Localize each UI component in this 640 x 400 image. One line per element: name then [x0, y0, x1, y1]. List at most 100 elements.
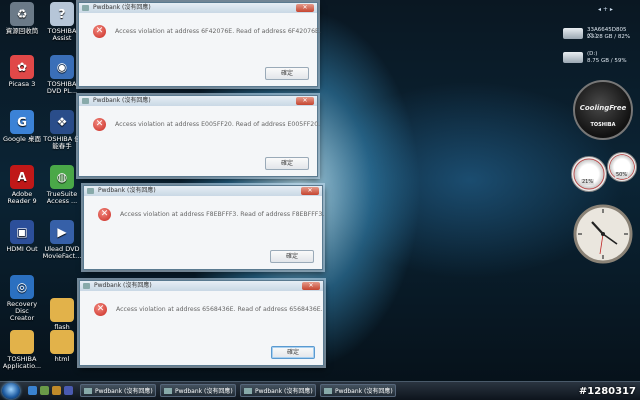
app-icon — [244, 388, 252, 394]
error-icon: ✕ — [98, 208, 111, 221]
clock-face — [573, 204, 633, 264]
app-icon: ✿ — [10, 55, 34, 79]
close-button[interactable]: ✕ — [302, 282, 320, 290]
cooling-maker: TOSHIBA — [590, 122, 616, 128]
ok-button[interactable]: 確定 — [271, 346, 315, 359]
desktop-icon-label: TOSHIBA Assist — [47, 27, 77, 42]
taskbar-button[interactable]: Pwdbank (沒有回應) — [240, 384, 316, 397]
error-dialog-4[interactable]: Pwdbank (沒有回應) ✕ ✕ Access violation at ad… — [79, 280, 324, 366]
dialog-title: Pwdbank (沒有回應) — [98, 187, 156, 194]
desktop-icon-label: TOSHIBA Applicatio... — [2, 355, 42, 370]
dialog-titlebar[interactable]: Pwdbank (沒有回應) ✕ — [79, 96, 317, 106]
desktop-icon-label: Google 桌面 — [3, 135, 41, 143]
quicklaunch-media-icon[interactable] — [64, 386, 73, 395]
close-button[interactable]: ✕ — [301, 187, 319, 195]
desktop-icon[interactable]: ♻ 資源回收筒 — [2, 2, 42, 35]
taskbar-label: Pwdbank (沒有回應) — [175, 388, 233, 395]
app-icon: ? — [50, 2, 74, 26]
ok-button[interactable]: 確定 — [265, 67, 309, 80]
dialog-title: Pwdbank (沒有回應) — [93, 4, 151, 11]
taskbar-button[interactable]: Pwdbank (沒有回應) — [320, 384, 396, 397]
close-button[interactable]: ✕ — [296, 4, 314, 12]
gadget-toolbar[interactable]: ◂ + ▸ — [598, 6, 638, 14]
error-message: Access violation at address 6568436E. Re… — [116, 306, 323, 313]
dialog-titlebar[interactable]: Pwdbank (沒有回應) ✕ — [84, 186, 322, 196]
desktop-icon-label: Ulead DVD MovieFact... — [42, 245, 82, 260]
desktop-icon[interactable]: A Adobe Reader 9 — [2, 165, 42, 205]
desktop-icon[interactable]: ▣ HDMI Out — [2, 220, 42, 253]
error-icon: ✕ — [93, 25, 106, 38]
app-icon — [82, 5, 89, 11]
app-icon — [82, 98, 89, 104]
watermark: #1280317 — [578, 386, 636, 397]
ok-button[interactable]: 確定 — [270, 250, 314, 263]
taskbar-button[interactable]: Pwdbank (沒有回應) — [160, 384, 236, 397]
cooling-gadget[interactable]: CoolingFree TOSHIBA — [573, 80, 633, 140]
app-icon: ◉ — [50, 55, 74, 79]
desktop-icon-label: HDMI Out — [6, 245, 38, 253]
dialog-title: Pwdbank (沒有回應) — [94, 282, 152, 289]
close-button[interactable]: ✕ — [296, 97, 314, 105]
app-icon: ❖ — [50, 110, 74, 134]
app-icon: ♻ — [10, 2, 34, 26]
error-dialog-2[interactable]: Pwdbank (沒有回應) ✕ ✕ Access violation at ad… — [78, 95, 320, 177]
desktop-icon[interactable]: TOSHIBA Applicatio... — [2, 330, 42, 370]
error-message: Access violation at address 6F42076E. Re… — [115, 28, 321, 35]
desktop-icon-label: html — [54, 355, 70, 363]
dialog-title: Pwdbank (沒有回應) — [93, 97, 151, 104]
error-message: Access violation at address F8EBFFF3. Re… — [120, 211, 325, 218]
app-icon — [87, 188, 94, 194]
cpu-meter-gadget: 21% 50% — [571, 152, 637, 194]
drive-d-usage: 8.75 GB / 59% — [587, 58, 627, 64]
app-icon: A — [10, 165, 34, 189]
error-icon: ✕ — [93, 118, 106, 131]
desktop-icon[interactable]: ▶ Ulead DVD MovieFact... — [42, 220, 82, 260]
app-icon: ▣ — [10, 220, 34, 244]
error-dialog-3[interactable]: Pwdbank (沒有回應) ✕ ✕ Access violation at ad… — [83, 185, 325, 270]
error-icon: ✕ — [94, 303, 107, 316]
desktop-icon-label: TOSHIBA 佳能春手 — [43, 135, 81, 150]
desktop-icon[interactable]: ◉ TOSHIBA DVD PL... — [42, 55, 82, 95]
cpu-gauge — [571, 156, 607, 192]
quicklaunch-desktop-icon[interactable] — [40, 386, 49, 395]
clock-gadget — [573, 204, 633, 264]
taskbar-button[interactable]: Pwdbank (沒有回應) — [80, 384, 156, 397]
error-dialog-1[interactable]: Pwdbank (沒有回應) ✕ ✕ Access violation at ad… — [78, 2, 321, 87]
desktop-icon-label: TrueSuite Access ... — [46, 190, 78, 205]
app-icon — [324, 388, 332, 394]
taskbar-label: Pwdbank (沒有回應) — [95, 388, 153, 395]
app-icon: G — [10, 110, 34, 134]
desktop-icon[interactable]: ◎ Recovery Disc Creator — [2, 275, 42, 322]
desktop-icon[interactable]: html — [42, 330, 82, 363]
app-icon: ▶ — [50, 220, 74, 244]
folder-icon — [50, 330, 74, 354]
desktop-icon[interactable]: ? TOSHIBA Assist — [42, 2, 82, 42]
folder-icon — [50, 298, 74, 322]
app-icon: ◍ — [50, 165, 74, 189]
drive-d-label: (D:) — [587, 51, 598, 57]
app-icon — [164, 388, 172, 394]
dialog-titlebar[interactable]: Pwdbank (沒有回應) ✕ — [79, 3, 317, 13]
desktop-icon[interactable]: ❖ TOSHIBA 佳能春手 — [42, 110, 82, 150]
taskbar-label: Pwdbank (沒有回應) — [255, 388, 313, 395]
gadget-nav-icon[interactable]: ◂ + ▸ — [598, 6, 613, 13]
desktop-icon[interactable]: ✿ Picasa 3 — [2, 55, 42, 88]
cooling-brand: CoolingFree — [579, 104, 627, 112]
dialog-titlebar[interactable]: Pwdbank (沒有回應) ✕ — [80, 281, 323, 291]
ram-percent: 50% — [615, 172, 629, 178]
desktop-icon[interactable]: flash — [42, 298, 82, 331]
desktop-icon[interactable]: ◍ TrueSuite Access ... — [42, 165, 82, 205]
quicklaunch-ie-icon[interactable] — [28, 386, 37, 395]
folder-icon — [10, 330, 34, 354]
desktop-icon[interactable]: G Google 桌面 — [2, 110, 42, 143]
desktop-icon-label: Recovery Disc Creator — [6, 300, 38, 322]
taskbar: Pwdbank (沒有回應) Pwdbank (沒有回應) Pwdbank (沒… — [0, 381, 640, 400]
quicklaunch-switch-icon[interactable] — [52, 386, 61, 395]
taskbar-label: Pwdbank (沒有回應) — [335, 388, 393, 395]
drive-icon — [563, 52, 583, 63]
desktop-icon-label: 資源回收筒 — [5, 27, 39, 35]
drive-c-usage: 23.28 GB / 82% — [587, 34, 631, 40]
start-button[interactable] — [2, 383, 20, 399]
ok-button[interactable]: 確定 — [265, 157, 309, 170]
drive-c-gadget: 33A6645D805 (C:) 23.28 GB / 82% — [563, 26, 637, 44]
